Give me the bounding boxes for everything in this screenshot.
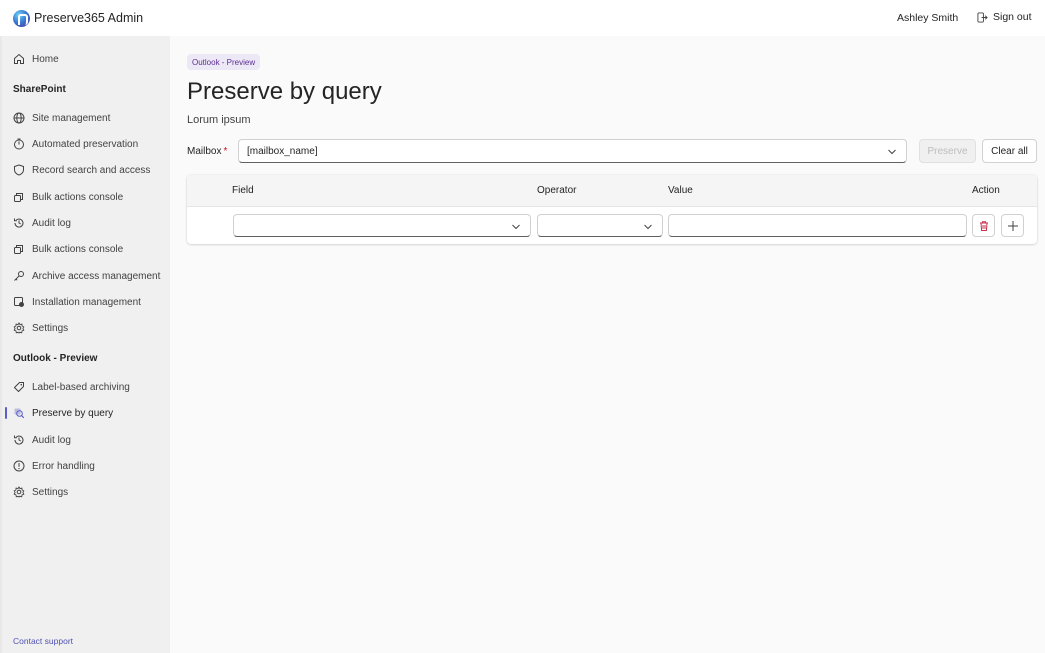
sidebar-item-bulk-actions-console[interactable]: Bulk actions console <box>2 187 172 207</box>
sidebar-item-outlook-audit-log[interactable]: Audit log <box>2 430 172 450</box>
installation-icon <box>13 296 25 308</box>
sidebar-item-preserve-by-query[interactable]: Preserve by query <box>2 403 172 423</box>
history-icon <box>13 434 25 446</box>
value-input[interactable] <box>668 214 967 237</box>
sidebar-item-label: Audit log <box>32 217 71 229</box>
preserve-button[interactable]: Preserve <box>919 139 976 163</box>
app-title: Preserve365 Admin <box>34 11 144 25</box>
sidebar-item-label: Record search and access <box>32 164 151 176</box>
clear-all-button[interactable]: Clear all <box>982 139 1037 163</box>
delete-icon <box>979 220 988 231</box>
sidebar-item-label-based-archiving[interactable]: Label-based archiving <box>2 377 172 397</box>
section-heading-sharepoint: SharePoint <box>13 84 66 95</box>
home-icon <box>13 53 25 65</box>
field-dropdown[interactable] <box>233 214 531 237</box>
operator-dropdown[interactable] <box>537 214 663 237</box>
bulk-actions-icon <box>13 191 25 203</box>
sign-out-button[interactable]: Sign out <box>977 11 1032 23</box>
sidebar-item-settings[interactable]: Settings <box>2 318 172 338</box>
main-content: Outlook - Preview Preserve by query Loru… <box>170 36 1045 653</box>
mailbox-label-text: Mailbox <box>187 146 222 157</box>
sidebar-item-label: Audit log <box>32 434 71 446</box>
column-header-field: Field <box>232 185 254 196</box>
query-grid: Field Operator Value Action <box>187 175 1037 244</box>
user-name: Ashley Smith <box>897 12 959 24</box>
bulk-actions-icon <box>13 243 25 255</box>
page-title: Preserve by query <box>187 78 382 105</box>
add-row-button[interactable] <box>1001 214 1024 237</box>
globe-icon <box>13 112 25 124</box>
add-icon <box>1007 220 1018 231</box>
page-subtitle: Lorum ipsum <box>187 114 251 126</box>
sidebar-item-label: Archive access management <box>32 270 161 282</box>
sidebar-item-label: Settings <box>32 322 69 334</box>
sidebar-item-label: Installation management <box>32 296 141 308</box>
chevron-down-icon <box>512 224 520 230</box>
sidebar-item-audit-log[interactable]: Audit log <box>2 213 172 233</box>
chevron-down-icon <box>888 149 896 155</box>
sign-out-icon <box>977 11 988 23</box>
sidebar-item-home[interactable]: Home <box>2 49 172 69</box>
error-icon <box>13 460 25 472</box>
sidebar: Home SharePoint Site management Automate… <box>0 36 170 653</box>
sidebar-item-label: Label-based archiving <box>32 381 130 393</box>
mailbox-value: [mailbox_name] <box>247 145 318 157</box>
contact-support-link[interactable]: Contact support <box>13 636 73 646</box>
delete-row-button[interactable] <box>972 214 995 237</box>
sidebar-item-label: Error handling <box>32 460 95 472</box>
sidebar-item-automated-preservation[interactable]: Automated preservation <box>2 134 172 154</box>
sidebar-item-label: Home <box>32 53 59 65</box>
sidebar-item-label: Bulk actions console <box>32 243 124 255</box>
history-icon <box>13 217 25 229</box>
mailbox-label: Mailbox * <box>187 146 227 157</box>
gear-icon <box>13 322 25 334</box>
sign-out-label: Sign out <box>993 11 1032 23</box>
column-header-value: Value <box>668 185 693 196</box>
sidebar-item-installation-management[interactable]: Installation management <box>2 292 172 312</box>
sidebar-item-label: Bulk actions console <box>32 191 124 203</box>
shield-icon <box>13 164 25 176</box>
sidebar-item-site-management[interactable]: Site management <box>2 108 172 128</box>
section-heading-outlook: Outlook - Preview <box>13 353 98 364</box>
brand[interactable]: Preserve365 Admin <box>13 9 144 27</box>
sidebar-item-record-search[interactable]: Record search and access <box>2 160 172 180</box>
grid-header: Field Operator Value Action <box>187 175 1037 207</box>
column-header-operator: Operator <box>537 185 577 196</box>
preview-badge: Outlook - Preview <box>187 54 261 70</box>
sidebar-item-label: Preserve by query <box>32 407 114 419</box>
top-bar: Preserve365 Admin Ashley Smith Sign out <box>0 0 1045 36</box>
sidebar-item-archive-access[interactable]: Archive access management <box>2 266 172 286</box>
query-icon <box>13 407 25 419</box>
column-header-action: Action <box>972 185 1000 196</box>
tag-icon <box>13 381 25 393</box>
sidebar-item-label: Settings <box>32 486 69 498</box>
sidebar-item-bulk-actions-console-2[interactable]: Bulk actions console <box>2 239 172 259</box>
gear-icon <box>13 486 25 498</box>
sidebar-item-error-handling[interactable]: Error handling <box>2 456 172 476</box>
timer-icon <box>13 138 25 150</box>
required-marker: * <box>223 146 228 157</box>
chevron-down-icon <box>644 224 652 230</box>
mailbox-dropdown[interactable]: [mailbox_name] <box>238 139 907 163</box>
key-icon <box>13 270 25 282</box>
sidebar-item-label: Site management <box>32 112 111 124</box>
app-logo-icon <box>13 9 30 27</box>
sidebar-item-label: Automated preservation <box>32 138 139 150</box>
sidebar-item-outlook-settings[interactable]: Settings <box>2 482 172 502</box>
